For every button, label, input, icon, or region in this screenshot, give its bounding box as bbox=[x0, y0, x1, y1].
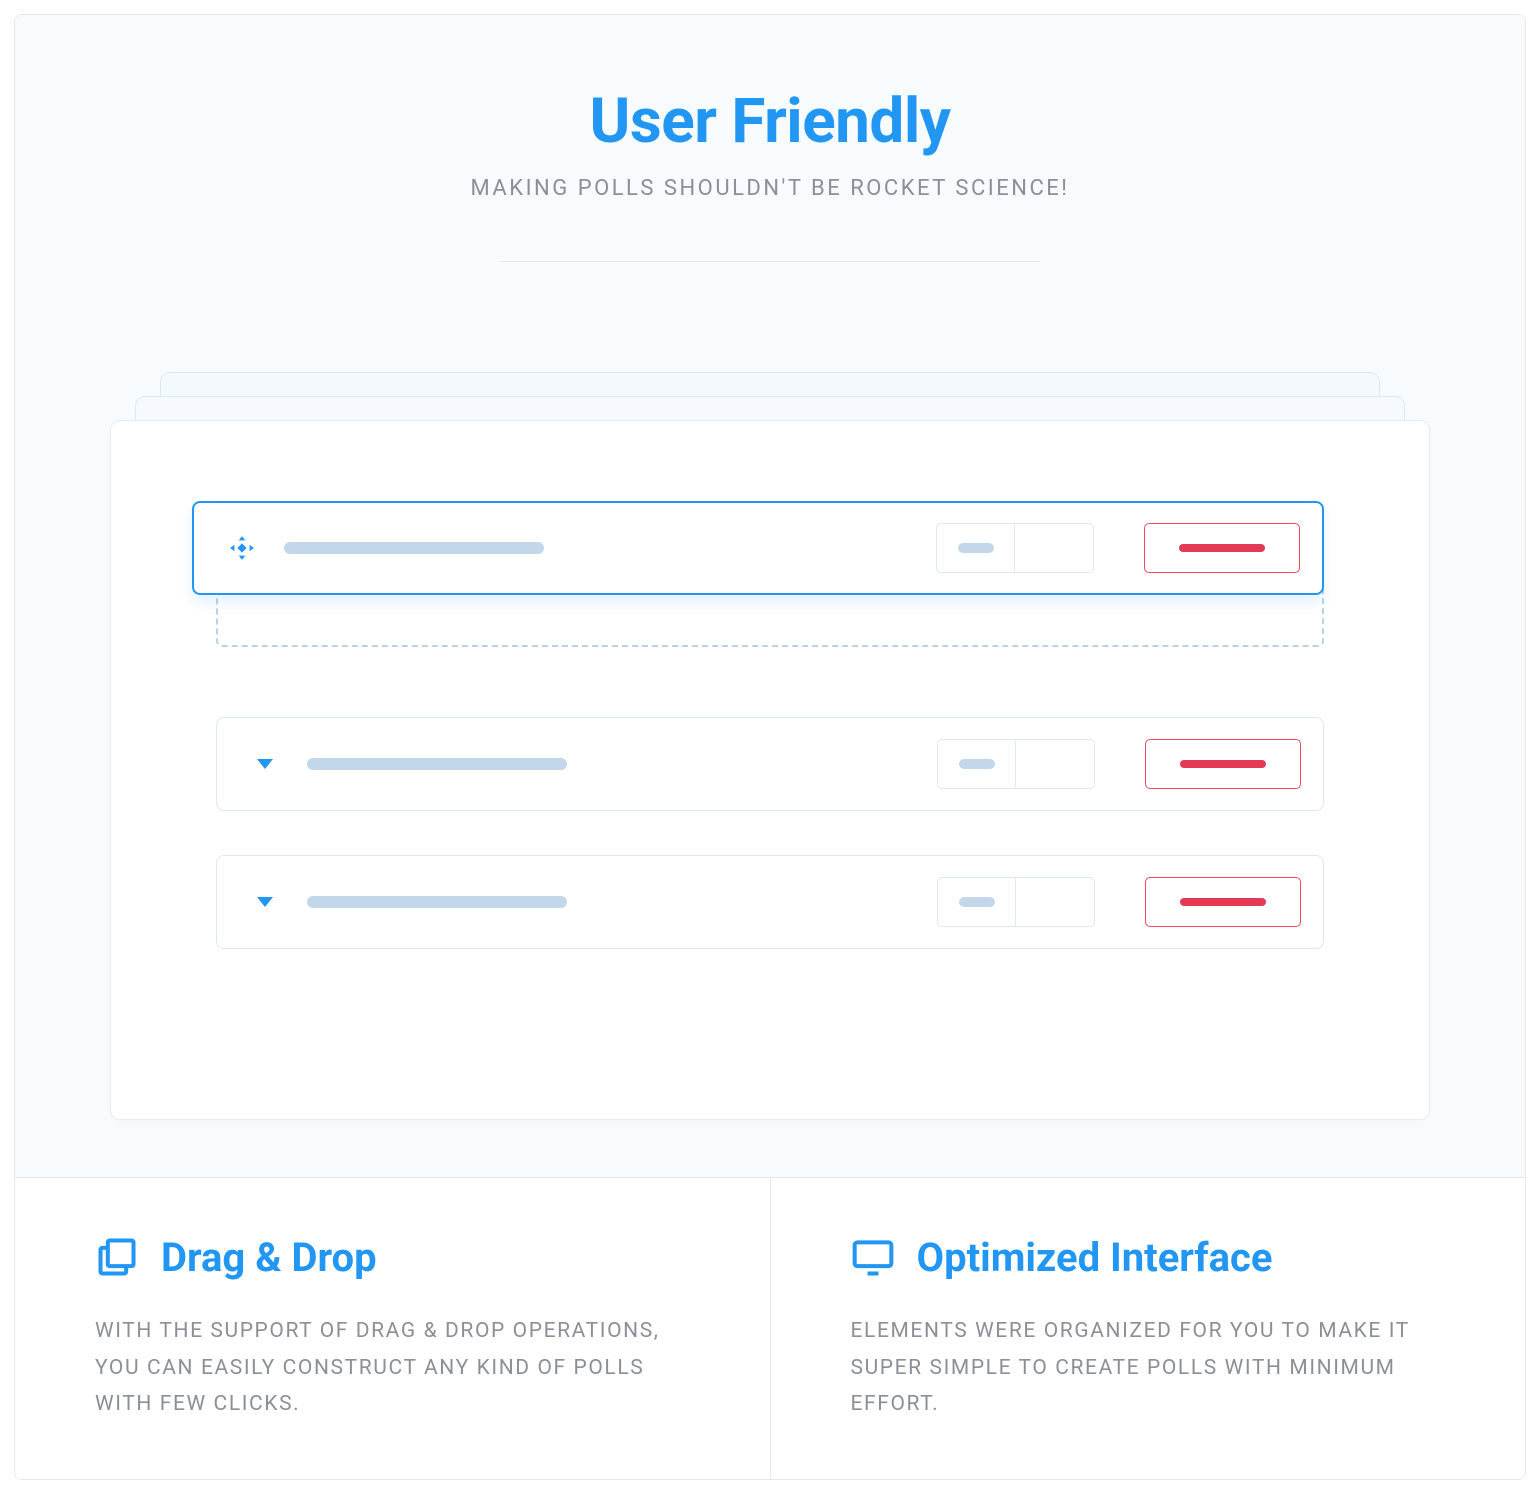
divider bbox=[500, 261, 1040, 262]
move-icon[interactable] bbox=[228, 534, 256, 562]
feature-title: Optimized Interface bbox=[917, 1234, 1273, 1281]
option-label-placeholder bbox=[307, 896, 567, 908]
poll-option-row-dragging[interactable] bbox=[192, 501, 1324, 595]
delete-button[interactable] bbox=[1145, 877, 1301, 927]
hero-title: User Friendly bbox=[590, 85, 951, 158]
segment-left[interactable] bbox=[938, 878, 1016, 926]
feature-optimized-interface: Optimized Interface ELEMENTS WERE ORGANI… bbox=[771, 1178, 1526, 1479]
segmented-control[interactable] bbox=[937, 739, 1095, 789]
poll-option-row[interactable] bbox=[216, 717, 1324, 811]
segment-right[interactable] bbox=[1016, 740, 1094, 788]
option-label-placeholder bbox=[307, 758, 567, 770]
stacked-card-front bbox=[110, 420, 1430, 1120]
feature-description: ELEMENTS WERE ORGANIZED FOR YOU TO MAKE … bbox=[851, 1313, 1446, 1423]
segment-left[interactable] bbox=[937, 524, 1015, 572]
monitor-icon bbox=[851, 1235, 895, 1279]
hero-area: User Friendly MAKING POLLS SHOULDN'T BE … bbox=[15, 15, 1525, 1177]
segmented-control[interactable] bbox=[936, 523, 1094, 573]
copy-icon bbox=[95, 1235, 139, 1279]
option-label-placeholder bbox=[284, 542, 544, 554]
hero-subtitle: MAKING POLLS SHOULDN'T BE ROCKET SCIENCE… bbox=[471, 176, 1070, 201]
delete-button[interactable] bbox=[1144, 523, 1300, 573]
feature-drag-drop: Drag & Drop WITH THE SUPPORT OF DRAG & D… bbox=[15, 1178, 771, 1479]
caret-down-icon[interactable] bbox=[251, 750, 279, 778]
segment-right[interactable] bbox=[1015, 524, 1093, 572]
illustration bbox=[110, 372, 1430, 1052]
feature-section-card: User Friendly MAKING POLLS SHOULDN'T BE … bbox=[14, 14, 1526, 1480]
caret-down-icon[interactable] bbox=[251, 888, 279, 916]
segmented-control[interactable] bbox=[937, 877, 1095, 927]
poll-option-row[interactable] bbox=[216, 855, 1324, 949]
feature-description: WITH THE SUPPORT OF DRAG & DROP OPERATIO… bbox=[95, 1313, 690, 1423]
delete-button[interactable] bbox=[1145, 739, 1301, 789]
feature-title: Drag & Drop bbox=[161, 1234, 377, 1281]
features-row: Drag & Drop WITH THE SUPPORT OF DRAG & D… bbox=[15, 1177, 1525, 1479]
segment-right[interactable] bbox=[1016, 878, 1094, 926]
segment-left[interactable] bbox=[938, 740, 1016, 788]
